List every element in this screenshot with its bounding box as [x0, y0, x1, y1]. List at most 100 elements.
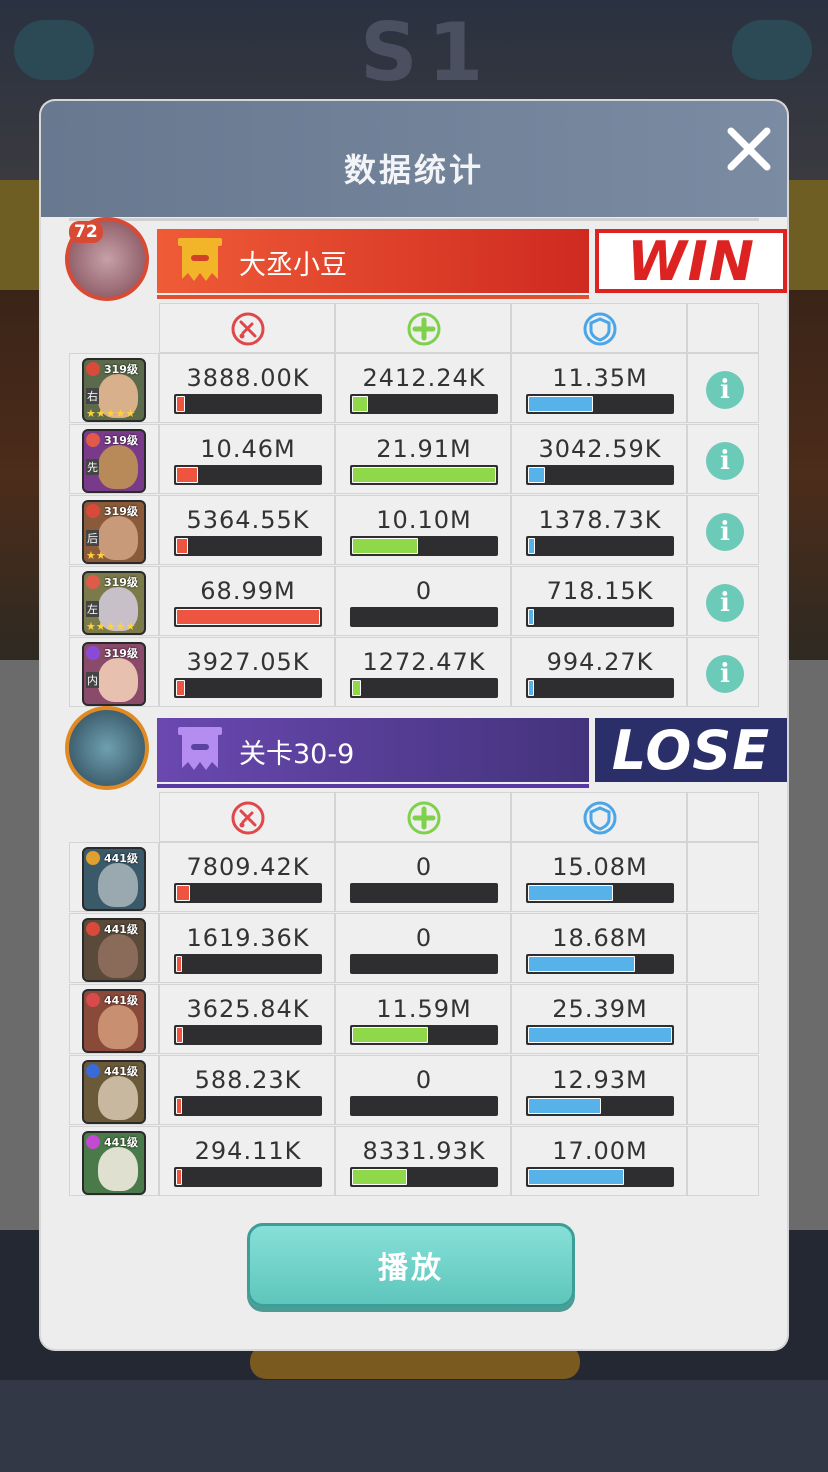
heal-stat-cell: 0 [335, 842, 511, 912]
play-button[interactable]: 播放 [247, 1223, 575, 1307]
damage-stat-bar-fill [176, 467, 198, 483]
element-icon [86, 993, 100, 1007]
hero-level: 319级 [104, 576, 138, 589]
damage-taken-stat-value: 11.35M [552, 364, 648, 392]
heal-stat-value: 10.10M [376, 506, 472, 534]
damage-taken-stat-bar [526, 465, 674, 485]
hero-portrait[interactable]: 441级 [82, 989, 146, 1053]
damage-stat-value: 588.23K [194, 1066, 302, 1094]
damage-taken-stat-cell: 12.93M [511, 1055, 687, 1125]
hero-portrait-cell: 441级 [69, 1055, 159, 1125]
damage-stat-bar [174, 1167, 322, 1187]
info-icon[interactable]: i [706, 442, 744, 480]
heal-stat-bar-fill [352, 1027, 429, 1043]
element-icon [86, 362, 100, 376]
hero-row: 441级 3625.84K 11.59M 25.39M [69, 984, 759, 1054]
info-cell [687, 913, 759, 983]
hero-portrait-cell: 441级 [69, 842, 159, 912]
damage-stat-cell: 68.99M [159, 566, 335, 636]
damage-taken-stat-cell: 25.39M [511, 984, 687, 1054]
hero-portrait[interactable]: 319级右 ★★★★★ [82, 358, 146, 422]
damage-stat-bar-fill [176, 1169, 182, 1185]
damage-stat-cell: 3888.00K [159, 353, 335, 423]
damage-stat-cell: 1619.36K [159, 913, 335, 983]
info-cell: i [687, 353, 759, 423]
damage-taken-stat-bar-fill [528, 885, 613, 901]
hero-portrait[interactable]: 441级 [82, 918, 146, 982]
damage-stat-value: 294.11K [194, 1137, 302, 1165]
damage-taken-stat-bar-fill [528, 467, 546, 483]
damage-stat-bar [174, 678, 322, 698]
damage-stat-value: 1619.36K [186, 924, 310, 952]
element-icon [86, 646, 100, 660]
header-cell [69, 303, 159, 353]
element-icon [86, 575, 100, 589]
hero-face [98, 934, 138, 978]
heal-stat-bar-fill [352, 396, 368, 412]
hero-portrait-cell: 441级 [69, 913, 159, 983]
header-cell [511, 303, 687, 353]
header-cell [335, 303, 511, 353]
background-season-mark: S1 [360, 6, 494, 99]
heal-stat-bar [350, 1167, 498, 1187]
hero-portrait[interactable]: 319级内 [82, 642, 146, 706]
hero-portrait[interactable]: 441级 [82, 1060, 146, 1124]
heal-stat-bar [350, 536, 498, 556]
damage-taken-stat-cell: 3042.59K [511, 424, 687, 494]
hero-face [98, 1147, 138, 1191]
heal-stat-value: 0 [415, 853, 433, 881]
damage-stat-bar-fill [176, 1027, 184, 1043]
heal-stat-value: 0 [415, 1066, 433, 1094]
shield-icon [582, 800, 618, 836]
damage-stat-bar-fill [176, 956, 182, 972]
team-name-bar: 大丞小豆 [157, 229, 589, 299]
hero-portrait[interactable]: 441级 [82, 1131, 146, 1195]
heal-stat-bar-fill [352, 1169, 407, 1185]
info-cell: i [687, 566, 759, 636]
damage-stat-cell: 7809.42K [159, 842, 335, 912]
damage-taken-stat-cell: 17.00M [511, 1126, 687, 1196]
attack-icon [230, 311, 266, 347]
damage-stat-bar [174, 883, 322, 903]
hero-portrait[interactable]: 319级后 ★★ [82, 500, 146, 564]
hero-row: 441级 294.11K 8331.93K 17.00M [69, 1126, 759, 1196]
heal-stat-bar [350, 883, 498, 903]
header-cell [159, 303, 335, 353]
damage-stat-cell: 588.23K [159, 1055, 335, 1125]
heal-stat-cell: 0 [335, 566, 511, 636]
hero-face [98, 658, 138, 702]
info-icon[interactable]: i [706, 513, 744, 551]
hero-portrait-cell: 319级内 [69, 637, 159, 707]
damage-stat-bar-fill [176, 396, 185, 412]
damage-stat-value: 5364.55K [186, 506, 310, 534]
hero-portrait[interactable]: 319级先 [82, 429, 146, 493]
close-button[interactable] [721, 121, 777, 177]
damage-taken-stat-value: 718.15K [546, 577, 654, 605]
heal-stat-bar-fill [352, 538, 419, 554]
damage-taken-stat-bar-fill [528, 956, 635, 972]
hero-portrait[interactable]: 441级 [82, 847, 146, 911]
damage-stat-bar [174, 465, 322, 485]
heal-stat-bar-fill [352, 680, 361, 696]
hero-portrait-cell: 319级左 ★★★★★ [69, 566, 159, 636]
info-icon[interactable]: i [706, 584, 744, 622]
damage-taken-stat-bar [526, 883, 674, 903]
damage-taken-stat-bar-fill [528, 538, 536, 554]
damage-stat-value: 3888.00K [186, 364, 310, 392]
damage-stat-bar-fill [176, 680, 185, 696]
hero-portrait[interactable]: 319级左 ★★★★★ [82, 571, 146, 635]
team-name-bar: 关卡30-9 [157, 718, 589, 788]
hero-row: 319级后 ★★ 5364.55K 10.10M 1378.73K i [69, 495, 759, 565]
damage-taken-stat-value: 12.93M [552, 1066, 648, 1094]
hero-level: 319级 [104, 434, 138, 447]
hero-row: 441级 7809.42K 0 15.08M [69, 842, 759, 912]
team-name: 关卡30-9 [239, 739, 355, 770]
header-cell [335, 792, 511, 842]
background-bottom-nav [0, 1380, 828, 1472]
damage-stat-bar-fill [176, 1098, 182, 1114]
header-cell [687, 303, 759, 353]
info-icon[interactable]: i [706, 655, 744, 693]
leader-level-badge: 72 [69, 221, 103, 243]
heal-stat-cell: 2412.24K [335, 353, 511, 423]
info-icon[interactable]: i [706, 371, 744, 409]
